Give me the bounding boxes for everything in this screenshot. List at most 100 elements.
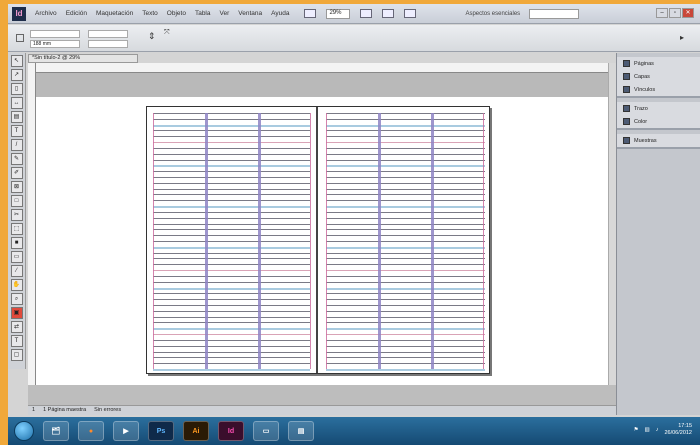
status-bar: 1 1 Página maestra Sin errores xyxy=(28,405,616,415)
reference-point-icon[interactable] xyxy=(16,34,24,42)
baseline-grid-line xyxy=(326,217,485,219)
menu-maquetacion[interactable]: Maquetación xyxy=(96,10,133,17)
gap-tool-icon[interactable]: ↔ xyxy=(10,97,23,109)
baseline-grid-line xyxy=(153,334,310,336)
document-tab[interactable]: *Sin título-2 @ 29% xyxy=(28,54,138,63)
minimize-button[interactable]: – xyxy=(656,8,668,18)
panel-swatches[interactable]: Muestras xyxy=(617,134,700,147)
eyedropper-tool-icon[interactable]: ⁄ xyxy=(10,265,23,277)
panel-layers[interactable]: Capas xyxy=(617,70,700,83)
gradient-tool-icon[interactable]: ■ xyxy=(10,237,23,249)
baseline-grid-line xyxy=(153,339,310,341)
horizontal-scrollbar[interactable] xyxy=(28,385,616,405)
flip-icon[interactable]: ⤧ xyxy=(164,29,178,47)
page-number-field[interactable]: 1 xyxy=(32,406,35,415)
fill-stroke-icon[interactable]: ▣ xyxy=(10,307,23,319)
clock[interactable]: 17:15 26/06/2012 xyxy=(664,423,692,437)
panel-stroke[interactable]: Trazo xyxy=(617,102,700,115)
baseline-grid-line xyxy=(326,142,485,144)
menu-ventana[interactable]: Ventana xyxy=(238,10,262,17)
preflight-status[interactable]: Sin errores xyxy=(94,406,121,415)
swap-colors-icon[interactable]: ⇄ xyxy=(10,321,23,333)
tray-volume-icon[interactable]: ♪ xyxy=(656,427,659,433)
width-field[interactable] xyxy=(88,30,128,38)
baseline-grid-line xyxy=(326,223,485,225)
baseline-grid-line xyxy=(326,275,485,277)
taskbar-indesign[interactable]: Id xyxy=(218,421,244,441)
maximize-button[interactable]: ▫ xyxy=(669,8,681,18)
menu-objeto[interactable]: Objeto xyxy=(167,10,186,17)
taskbar-window[interactable]: ▤ xyxy=(288,421,314,441)
panel-menu-icon[interactable]: ▸ xyxy=(680,33,684,42)
formatting-icon[interactable]: T xyxy=(10,335,23,347)
baseline-grid-line xyxy=(153,229,310,231)
screen-mode-icon[interactable] xyxy=(382,8,395,18)
taskbar-firefox[interactable]: ● xyxy=(78,421,104,441)
taskbar-photoshop[interactable]: Ps xyxy=(148,421,174,441)
page-tool-icon[interactable]: ▯ xyxy=(10,83,23,95)
taskbar-explorer-2[interactable]: ▭ xyxy=(253,421,279,441)
close-button[interactable]: ✕ xyxy=(682,8,694,18)
zoom-field[interactable]: 29% xyxy=(326,8,351,19)
y-position-field[interactable]: 188 mm xyxy=(30,40,80,48)
baseline-grid-line xyxy=(326,118,485,120)
view-options-icon[interactable] xyxy=(360,8,373,18)
pencil-tool-icon[interactable]: ✐ xyxy=(10,167,23,179)
menu-texto[interactable]: Texto xyxy=(142,10,158,17)
color-icon xyxy=(623,118,630,125)
menu-archivo[interactable]: Archivo xyxy=(35,10,57,17)
note-tool-icon[interactable]: ▭ xyxy=(10,251,23,263)
swatches-icon xyxy=(623,137,630,144)
baseline-grid-line xyxy=(153,357,310,359)
line-tool-icon[interactable]: / xyxy=(10,139,23,151)
baseline-grid-line xyxy=(153,252,310,254)
baseline-grid-line xyxy=(153,142,310,144)
zoom-tool-icon[interactable]: ⌕ xyxy=(10,293,23,305)
bridge-icon[interactable] xyxy=(304,8,317,18)
menu-edicion[interactable]: Edición xyxy=(66,10,87,17)
baseline-grid-line xyxy=(326,345,485,347)
panel-links[interactable]: Vínculos xyxy=(617,83,700,96)
right-page[interactable] xyxy=(320,107,489,373)
x-position-field[interactable] xyxy=(30,30,80,38)
free-transform-tool-icon[interactable]: ⬚ xyxy=(10,223,23,235)
direct-selection-tool-icon[interactable]: ↗ xyxy=(10,69,23,81)
arrange-documents-icon[interactable] xyxy=(404,8,417,18)
panel-color[interactable]: Color xyxy=(617,115,700,128)
page-label[interactable]: 1 Página maestra xyxy=(43,406,86,415)
rectangle-tool-icon[interactable]: □ xyxy=(10,195,23,207)
selection-tool-icon[interactable]: ↖ xyxy=(10,55,23,67)
height-field[interactable] xyxy=(88,40,128,48)
taskbar-illustrator[interactable]: Ai xyxy=(183,421,209,441)
left-page[interactable] xyxy=(147,107,318,373)
document-spread[interactable] xyxy=(146,106,490,374)
baseline-grid-line xyxy=(326,299,485,301)
scissors-tool-icon[interactable]: ✂ xyxy=(10,209,23,221)
baseline-grid-line xyxy=(153,165,310,168)
hand-tool-icon[interactable]: ✋ xyxy=(10,279,23,291)
baseline-grid-line xyxy=(326,252,485,254)
menu-ver[interactable]: Ver xyxy=(220,10,230,17)
workspace-switcher[interactable]: Aspectos esenciales xyxy=(465,11,520,17)
tray-flag-icon[interactable]: ⚑ xyxy=(634,427,639,433)
screen-mode-tool-icon[interactable]: ▢ xyxy=(10,349,23,361)
menu-ayuda[interactable]: Ayuda xyxy=(271,10,289,17)
taskbar-explorer[interactable]: 🗂 xyxy=(43,421,69,441)
baseline-grid-line xyxy=(153,246,310,249)
baseline-grid-line xyxy=(153,113,310,114)
rectangle-frame-tool-icon[interactable]: ⊠ xyxy=(10,181,23,193)
rotate-icon[interactable]: ⇕ xyxy=(148,31,160,45)
search-input[interactable] xyxy=(529,8,580,19)
start-button[interactable] xyxy=(14,421,34,441)
content-collector-icon[interactable]: ▤ xyxy=(10,111,23,123)
baseline-grid-line xyxy=(153,136,310,138)
panel-pages[interactable]: Páginas xyxy=(617,57,700,70)
baseline-grid-line xyxy=(326,147,485,149)
column-guide xyxy=(430,113,434,369)
taskbar-media[interactable]: ▶ xyxy=(113,421,139,441)
pen-tool-icon[interactable]: ✎ xyxy=(10,153,23,165)
menu-tabla[interactable]: Tabla xyxy=(195,10,211,17)
type-tool-icon[interactable]: T xyxy=(10,125,23,137)
tray-network-icon[interactable]: ▥ xyxy=(645,427,650,433)
vertical-scrollbar[interactable] xyxy=(608,63,616,385)
